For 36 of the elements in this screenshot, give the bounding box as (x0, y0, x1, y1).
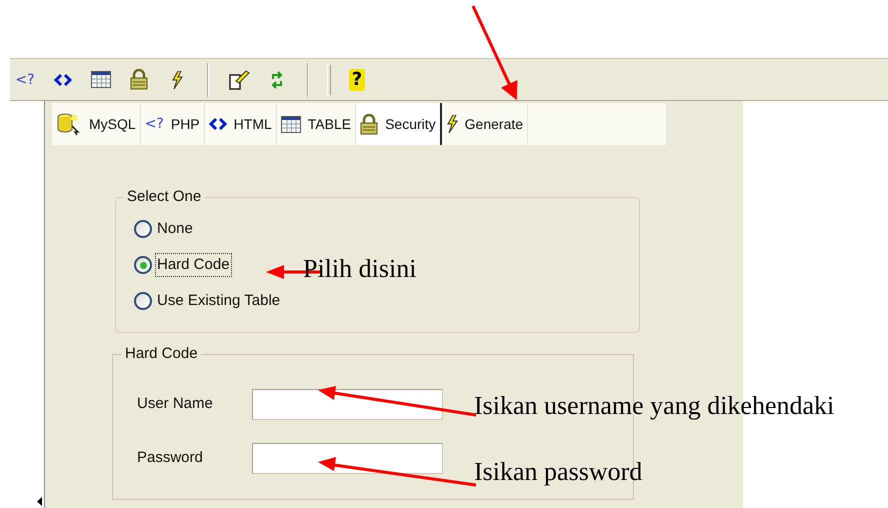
annotation-text: Pilih disini (303, 256, 416, 282)
radio-option[interactable]: Use Existing Table (134, 290, 282, 312)
tab[interactable]: <? PHP (140, 103, 205, 145)
lightning-icon (171, 70, 183, 88)
input-field[interactable] (252, 443, 443, 474)
help-icon: ? (348, 68, 366, 90)
field-label: Password (137, 448, 204, 468)
tab[interactable]: Security (356, 103, 442, 145)
tab[interactable]: TABLE (276, 103, 356, 145)
field-label: User Name (137, 394, 214, 414)
database-icon (56, 112, 82, 136)
table-icon (280, 116, 301, 132)
annotation-text: Isikan password (474, 459, 642, 485)
radio-button[interactable] (134, 220, 152, 238)
refresh-icon (270, 70, 284, 88)
padlock-icon (130, 69, 148, 90)
code-brackets-icon (208, 117, 227, 131)
table-icon (91, 71, 111, 88)
tab[interactable]: Generate (442, 103, 528, 145)
php-icon: <? (15, 72, 35, 86)
tab[interactable]: HTML (204, 103, 277, 145)
input-field[interactable] (252, 389, 443, 420)
toolbar-button[interactable]: ? (345, 64, 369, 94)
php-icon: <? (144, 117, 164, 131)
tab[interactable]: MySQL (52, 103, 141, 145)
padlock-icon (360, 114, 378, 134)
lightning-icon (446, 115, 458, 133)
radio-option[interactable]: Hard Code (134, 254, 231, 276)
edit-document-icon (228, 69, 250, 90)
radio-option[interactable]: None (134, 218, 194, 240)
toolbar-button[interactable]: <? (13, 64, 37, 94)
annotation-text: Isikan username yang dikehendaki (474, 393, 834, 419)
radio-button[interactable] (134, 256, 152, 274)
toolbar-grip[interactable] (327, 64, 331, 94)
code-brackets-icon (54, 72, 72, 86)
radio-button[interactable] (134, 292, 152, 310)
